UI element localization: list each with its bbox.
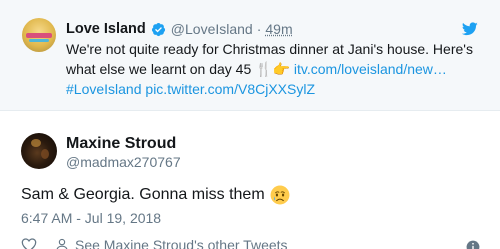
- article-link[interactable]: itv.com/loveisland/new…: [294, 61, 447, 77]
- quoted-tweet-text: We're not quite ready for Christmas dinn…: [66, 40, 476, 100]
- info-icon[interactable]: [466, 240, 480, 249]
- love-island-logo-icon[interactable]: [22, 18, 56, 52]
- other-tweets-link[interactable]: See Maxine Stroud's other Tweets: [75, 237, 288, 249]
- author-name[interactable]: Maxine Stroud: [66, 135, 176, 153]
- avatar[interactable]: [21, 133, 57, 169]
- fork-knife-pointing-emoji: 🍴👉: [255, 61, 290, 78]
- hashtag-link[interactable]: #LoveIsland: [66, 81, 142, 97]
- crying-face-icon: [270, 185, 290, 205]
- quoted-tweet-header: Love Island @LoveIsland · 49m: [66, 20, 293, 38]
- verified-badge-icon: [151, 22, 165, 36]
- tweet-actions: See Maxine Stroud's other Tweets: [21, 236, 288, 249]
- heart-icon[interactable]: [21, 238, 37, 249]
- quoted-text-line1: We're not quite ready for Christmas dinn…: [66, 41, 473, 57]
- separator-dot: ·: [256, 21, 262, 37]
- author-handle[interactable]: @madmax270767: [66, 154, 181, 170]
- twitter-bird-icon[interactable]: [462, 22, 478, 36]
- quoted-tweet-time[interactable]: 49m: [265, 21, 292, 37]
- quoted-author-handle[interactable]: @LoveIsland: [171, 21, 253, 37]
- pic-link[interactable]: pic.twitter.com/V8CjXXSylZ: [145, 81, 315, 97]
- quoted-author-name[interactable]: Love Island: [66, 21, 146, 37]
- quoted-text-line3: #LoveIsland pic.twitter.com/V8CjXXSylZ: [66, 80, 476, 100]
- tweet-text: Sam & Georgia. Gonna miss them: [21, 185, 290, 205]
- quoted-text-line2-start: what else we learnt on day 45: [66, 60, 252, 77]
- person-icon: [56, 238, 68, 249]
- tweet-timestamp[interactable]: 6:47 AM - Jul 19, 2018: [21, 210, 161, 226]
- tweet-text-content: Sam & Georgia. Gonna miss them: [21, 186, 265, 203]
- quoted-text-line2: what else we learnt on day 45 🍴👉 itv.com…: [66, 60, 476, 81]
- quoted-tweet[interactable]: Love Island @LoveIsland · 49m We're not …: [0, 0, 500, 111]
